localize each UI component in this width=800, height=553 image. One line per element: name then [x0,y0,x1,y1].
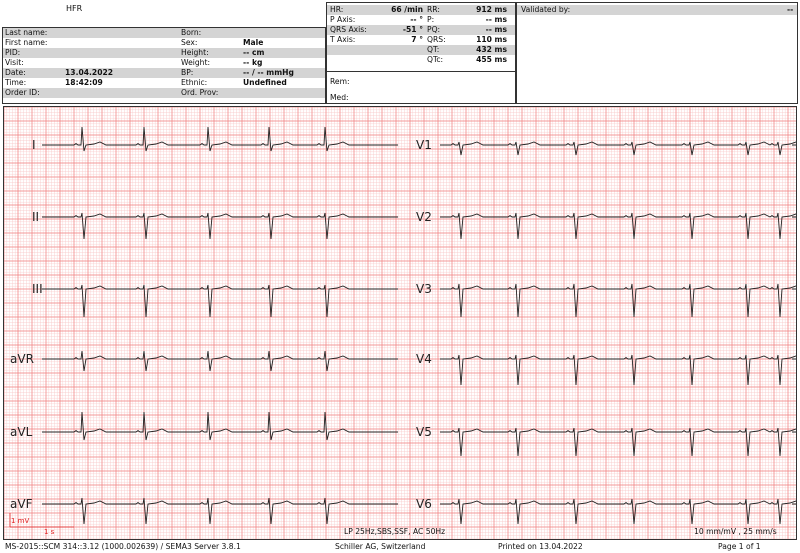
pq-label: PQ: [427,25,441,34]
lead-label-v6: V6 [416,497,432,511]
time-label: Time: [5,78,27,87]
qrs-axis-label: QRS Axis: [330,25,367,34]
measurements-panel: HR: 66 /min RR: 912 ms P Axis: -- ° P: -… [326,2,516,104]
institution-name: HFR [66,4,83,13]
validated-by-label: Validated by: [521,5,571,14]
lead-label-avf: aVF [10,497,33,511]
software-version: MS-2015::SCM 314::3.12 (1000.002639) / S… [5,542,241,551]
med-label: Med: [330,93,349,102]
trace-lead-v6 [440,498,796,525]
trace-lead-iii [42,284,398,318]
born-label: Born: [181,28,202,37]
p-axis-label: P Axis: [330,15,356,24]
last-name-label: Last name: [5,28,48,37]
validated-by-value: -- [787,5,794,14]
qt-label: QT: [427,45,440,54]
lead-label-v4: V4 [416,352,432,366]
ecg-grid-major [4,107,796,539]
ecg-strip-panel: I II III aVR aVL aVF V1 V2 V3 V4 V5 V6 LP 25Hz,SBS,… [3,106,797,540]
visit-label: Visit: [5,58,24,67]
time-value: 18:42:09 [65,78,103,87]
sex-label: Sex: [181,38,198,47]
lead-label-v2: V2 [416,210,432,224]
lead-label-i: I [32,138,36,152]
p-label: P: [427,15,435,24]
trace-lead-i [42,126,398,152]
rr-label: RR: [427,5,440,14]
p-value: -- ms [485,15,507,24]
trace-lead-avr [42,350,398,372]
hr-value: 66 /min [391,5,423,14]
weight-value: -- kg [243,58,263,67]
height-value: -- cm [243,48,265,57]
ethnic-value: Undefined [243,78,287,87]
order-id-label: Order ID: [5,88,40,97]
printed-date: Printed on 13.04.2022 [498,542,583,551]
qtc-label: QTc: [427,55,444,64]
lead-label-avl: aVL [10,425,33,439]
lead-label-iii: III [32,282,43,296]
height-label: Height: [181,48,209,57]
trace-lead-ii [42,212,398,240]
ethnic-label: Ethnic: [181,78,208,87]
bp-value: -- / -- mmHg [243,68,294,77]
hr-label: HR: [330,5,344,14]
trace-lead-v5 [440,427,796,457]
rr-value: 912 ms [476,5,507,14]
weight-label: Weight: [181,58,211,67]
trace-lead-v1 [440,141,796,156]
calibration-s-label: 1 s [44,528,55,536]
qtc-value: 455 ms [476,55,507,64]
qrs-value: 110 ms [476,35,507,44]
validation-panel: Validated by: -- [516,2,798,104]
t-axis-value: 7 ° [411,35,423,44]
p-axis-value: -- ° [410,15,423,24]
date-label: Date: [5,68,26,77]
lead-label-v3: V3 [416,282,432,296]
ecg-grid: IIIIIIaVRaVLaVFV1V2V3V4V5V6 [4,107,796,539]
lead-label-v1: V1 [416,138,432,152]
qrs-axis-value: -51 ° [402,25,423,34]
page-number: Page 1 of 1 [718,542,761,551]
lead-label-avr: aVR [10,352,34,366]
trace-lead-v3 [440,283,796,318]
ord-prov-label: Ord. Prov: [181,88,219,97]
t-axis-label: T Axis: [330,35,356,44]
first-name-label: First name: [5,38,48,47]
date-value: 13.04.2022 [65,68,114,77]
bp-label: BP: [181,68,194,77]
pq-value: -- ms [485,25,507,34]
filter-settings: LP 25Hz,SBS,SSF, AC 50Hz [344,527,446,536]
qt-value: 432 ms [476,45,507,54]
gain-speed: 10 mm/mV , 25 mm/s [694,527,777,536]
rem-label: Rem: [330,77,350,86]
lead-label-ii: II [32,210,39,224]
patient-info-panel: Last name: First name: PID: Visit: Date:… [2,27,326,104]
lead-label-v5: V5 [416,425,432,439]
trace-lead-v2 [440,212,796,240]
calibration-mv-label: 1 mV [11,517,30,525]
pid-label: PID: [5,48,21,57]
qrs-label: QRS: [427,35,446,44]
vendor-name: Schiller AG, Switzerland [335,542,426,551]
sex-value: Male [243,38,264,47]
ecg-grid-minor [4,107,796,539]
